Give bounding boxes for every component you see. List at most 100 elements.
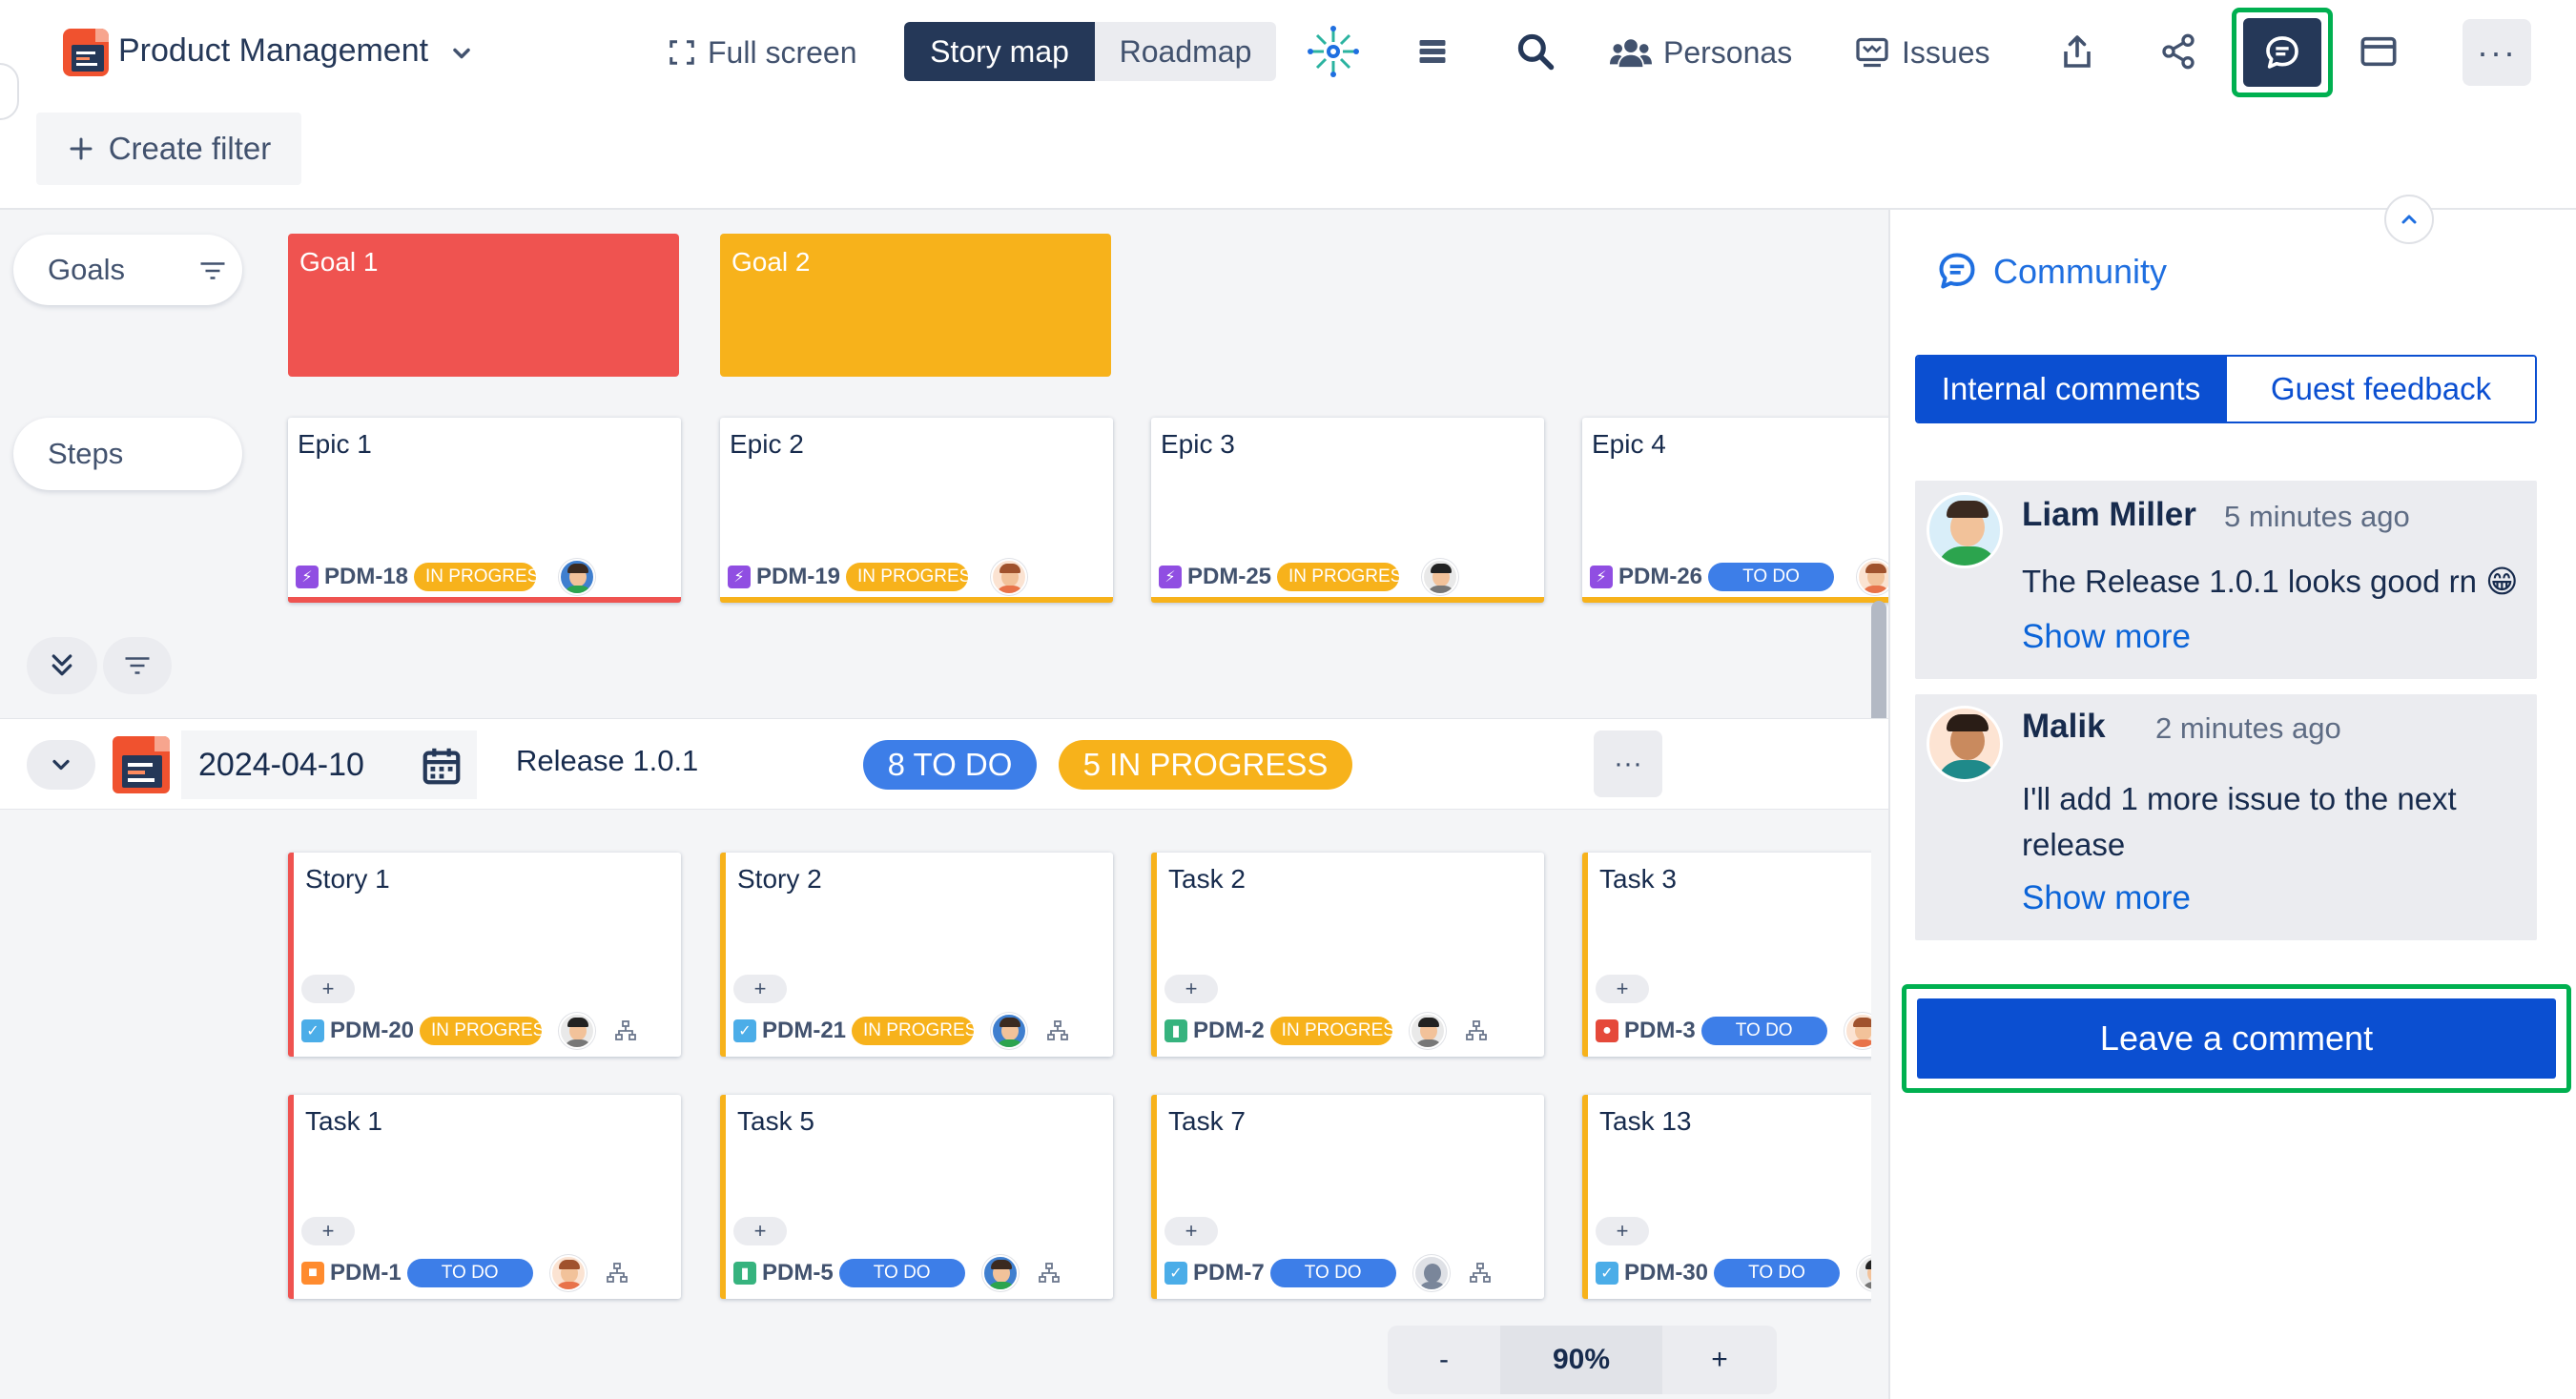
goal-card[interactable]: Goal 2 bbox=[720, 234, 1111, 377]
issue-key[interactable]: PDM-20 bbox=[330, 1018, 414, 1044]
list-view-button[interactable] bbox=[1402, 21, 1463, 82]
calendar-icon[interactable] bbox=[420, 744, 464, 788]
status-badge[interactable]: IN PROGRESS bbox=[846, 563, 969, 591]
issue-key[interactable]: PDM-19 bbox=[756, 564, 840, 590]
status-badge[interactable]: TO DO bbox=[1269, 1259, 1396, 1287]
issue-key[interactable]: PDM-18 bbox=[324, 564, 408, 590]
collapse-release-button[interactable] bbox=[27, 740, 95, 790]
collapse-header-button[interactable] bbox=[2384, 195, 2434, 244]
full-screen-button[interactable]: Full screen bbox=[668, 23, 857, 82]
expand-all-button[interactable] bbox=[27, 637, 97, 694]
goals-row-header[interactable]: Goals bbox=[13, 235, 242, 305]
add-subtask-button[interactable]: + bbox=[301, 1217, 355, 1245]
show-more-link[interactable]: Show more bbox=[2022, 879, 2191, 917]
avatar[interactable] bbox=[1927, 492, 2003, 568]
filter-icon[interactable] bbox=[198, 259, 227, 282]
add-subtask-button[interactable]: + bbox=[733, 1217, 787, 1245]
status-badge[interactable]: IN PROGRESS bbox=[420, 1017, 543, 1045]
assignee-avatar[interactable] bbox=[991, 559, 1028, 595]
hierarchy-icon[interactable] bbox=[1038, 1262, 1061, 1285]
add-subtask-button[interactable]: + bbox=[1596, 975, 1649, 1003]
avatar[interactable] bbox=[1927, 706, 2003, 782]
epic-card[interactable]: Epic 3 ⚡ PDM-25 IN PROGRESS bbox=[1151, 418, 1544, 603]
structure-button[interactable] bbox=[1303, 21, 1364, 82]
issue-key[interactable]: PDM-5 bbox=[762, 1260, 834, 1286]
more-options-button[interactable]: ··· bbox=[2463, 19, 2531, 86]
hierarchy-icon[interactable] bbox=[1469, 1262, 1492, 1285]
add-subtask-button[interactable]: + bbox=[301, 975, 355, 1003]
panel-layout-button[interactable] bbox=[2348, 21, 2409, 82]
release-more-button[interactable]: ··· bbox=[1594, 730, 1662, 797]
epic-card[interactable]: Epic 1 ⚡ PDM-18 IN PROGRESS bbox=[288, 418, 681, 603]
issue-card[interactable]: Task 1 + ■ PDM-1 TO DO bbox=[288, 1095, 681, 1299]
issue-key[interactable]: PDM-1 bbox=[330, 1260, 402, 1286]
status-badge[interactable]: TO DO bbox=[1714, 1259, 1841, 1287]
issue-card[interactable]: Task 5 + ▮ PDM-5 TO DO bbox=[720, 1095, 1113, 1299]
personas-button[interactable]: Personas bbox=[1610, 23, 1792, 82]
status-badge[interactable]: TO DO bbox=[406, 1259, 533, 1287]
assignee-avatar[interactable] bbox=[559, 559, 596, 595]
hierarchy-icon[interactable] bbox=[606, 1262, 629, 1285]
assignee-avatar[interactable] bbox=[991, 1013, 1028, 1049]
issue-card[interactable]: Task 7 + ✓ PDM-7 TO DO bbox=[1151, 1095, 1544, 1299]
epic-card[interactable]: Epic 4 ⚡ PDM-26 TO DO bbox=[1582, 418, 1888, 603]
issue-card[interactable]: Task 3 + ● PDM-3 TO DO bbox=[1582, 853, 1888, 1057]
issue-card[interactable]: Story 1 + ✓ PDM-20 IN PROGRESS bbox=[288, 853, 681, 1057]
assignee-avatar[interactable] bbox=[549, 1255, 587, 1291]
checkbox-icon: ✓ bbox=[1164, 1262, 1187, 1285]
add-subtask-button[interactable]: + bbox=[733, 975, 787, 1003]
assignee-avatar[interactable] bbox=[1422, 559, 1459, 595]
hierarchy-icon[interactable] bbox=[1046, 1019, 1069, 1042]
project-title[interactable]: Product Management bbox=[118, 32, 428, 70]
tab-roadmap[interactable]: Roadmap bbox=[1095, 22, 1276, 81]
assignee-avatar[interactable] bbox=[981, 1255, 1019, 1291]
epic-card[interactable]: Epic 2 ⚡ PDM-19 IN PROGRESS bbox=[720, 418, 1113, 603]
show-more-link[interactable]: Show more bbox=[2022, 618, 2191, 656]
steps-row-header[interactable]: Steps bbox=[13, 418, 242, 490]
issue-key[interactable]: PDM-2 bbox=[1193, 1018, 1265, 1044]
add-subtask-button[interactable]: + bbox=[1164, 1217, 1218, 1245]
share-button[interactable] bbox=[2148, 21, 2209, 82]
assignee-avatar[interactable] bbox=[559, 1013, 596, 1049]
goal-card[interactable]: Goal 1 bbox=[288, 234, 679, 377]
status-badge[interactable]: TO DO bbox=[1708, 563, 1835, 591]
zoom-out-button[interactable]: - bbox=[1388, 1326, 1500, 1394]
add-subtask-button[interactable]: + bbox=[1596, 1217, 1649, 1245]
assignee-avatar[interactable] bbox=[1857, 559, 1888, 595]
leave-comment-button[interactable]: Leave a comment bbox=[1917, 998, 2556, 1079]
hierarchy-icon[interactable] bbox=[1465, 1019, 1488, 1042]
issue-key[interactable]: PDM-30 bbox=[1624, 1260, 1708, 1286]
tab-guest-feedback[interactable]: Guest feedback bbox=[2225, 357, 2535, 422]
status-badge[interactable]: IN PROGRESS bbox=[852, 1017, 975, 1045]
status-badge[interactable]: TO DO bbox=[1700, 1017, 1827, 1045]
tab-story-map[interactable]: Story map bbox=[904, 22, 1095, 81]
hierarchy-icon[interactable] bbox=[614, 1019, 637, 1042]
create-filter-button[interactable]: Create filter bbox=[36, 113, 301, 185]
issue-card[interactable]: Story 2 + ✓ PDM-21 IN PROGRESS bbox=[720, 853, 1113, 1057]
goal-title: Goal 1 bbox=[299, 247, 379, 277]
issues-button[interactable]: Issues bbox=[1854, 23, 1989, 82]
status-badge[interactable]: IN PROGRESS bbox=[414, 563, 537, 591]
add-subtask-button[interactable]: + bbox=[1164, 975, 1218, 1003]
issue-key[interactable]: PDM-26 bbox=[1618, 564, 1702, 590]
status-badge[interactable]: IN PROGRESS bbox=[1277, 563, 1400, 591]
sidebar-toggle[interactable] bbox=[0, 63, 19, 120]
assignee-avatar[interactable] bbox=[1409, 1013, 1446, 1049]
zoom-in-button[interactable]: + bbox=[1662, 1326, 1777, 1394]
issue-key[interactable]: PDM-25 bbox=[1187, 564, 1271, 590]
unassigned-avatar-icon[interactable] bbox=[1412, 1255, 1450, 1291]
chevron-down-icon[interactable] bbox=[448, 40, 475, 67]
search-button[interactable] bbox=[1505, 21, 1566, 82]
issue-key[interactable]: PDM-21 bbox=[762, 1018, 846, 1044]
status-badge[interactable]: IN PROGRESS bbox=[1269, 1017, 1392, 1045]
issue-key[interactable]: PDM-7 bbox=[1193, 1260, 1265, 1286]
issue-card[interactable]: Task 13 + ✓ PDM-30 TO DO bbox=[1582, 1095, 1888, 1299]
export-button[interactable] bbox=[2047, 21, 2108, 82]
issue-key[interactable]: PDM-3 bbox=[1624, 1018, 1696, 1044]
release-name[interactable]: Release 1.0.1 bbox=[516, 744, 698, 778]
community-toggle-button[interactable] bbox=[2232, 8, 2333, 97]
tab-internal-comments[interactable]: Internal comments bbox=[1917, 357, 2225, 422]
issue-card[interactable]: Task 2 + ▮ PDM-2 IN PROGRESS bbox=[1151, 853, 1544, 1057]
release-filter-button[interactable] bbox=[103, 637, 172, 694]
status-badge[interactable]: TO DO bbox=[838, 1259, 965, 1287]
